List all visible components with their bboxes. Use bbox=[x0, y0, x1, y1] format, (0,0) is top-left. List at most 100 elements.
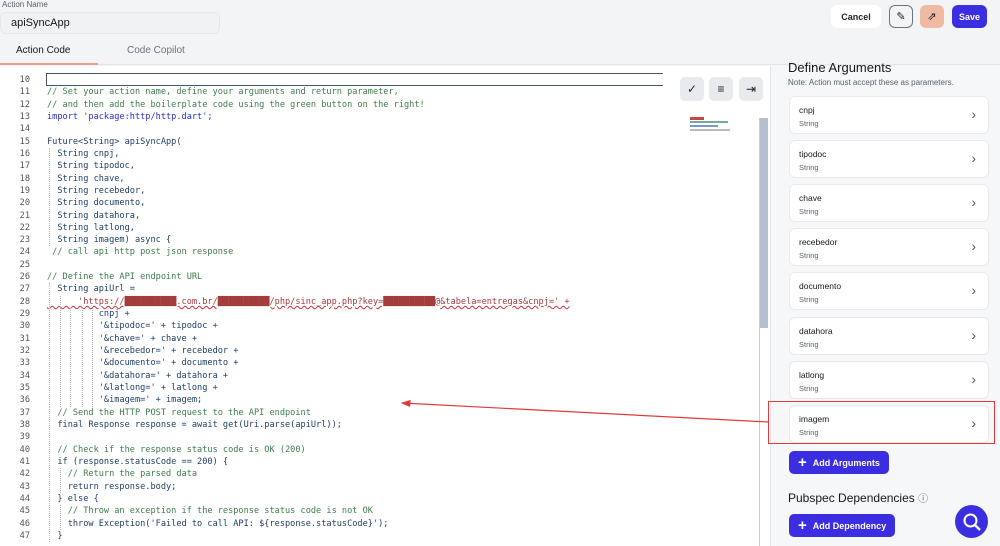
line-number: 34 bbox=[19, 370, 30, 381]
indent-guide bbox=[49, 406, 50, 543]
code-text: // Send the HTTP POST request to the API… bbox=[47, 407, 311, 418]
line-number: 26 bbox=[19, 272, 30, 283]
argument-card-tipodoc[interactable]: tipodoc String › bbox=[789, 140, 989, 179]
active-tab-indicator bbox=[0, 63, 98, 65]
code-text: String documento, bbox=[47, 198, 146, 209]
code-text: Future<String> apiSyncApp( bbox=[47, 136, 182, 147]
code-text: '&tipodoc=' + tipodoc + bbox=[47, 321, 218, 332]
argument-name: recebedor bbox=[799, 237, 838, 248]
argument-type: String bbox=[799, 339, 819, 349]
line-number: 17 bbox=[19, 161, 30, 172]
chevron-right-icon: › bbox=[971, 106, 976, 122]
arguments-note: Note: Action must accept these as parame… bbox=[788, 78, 954, 87]
argument-name: chave bbox=[799, 193, 822, 204]
tab-code-copilot[interactable]: Code Copilot bbox=[127, 45, 185, 56]
chevron-right-icon: › bbox=[971, 238, 976, 255]
arguments-panel: Define Arguments Note: Action must accep… bbox=[770, 60, 1000, 546]
code-text: String tipodoc, bbox=[47, 161, 135, 172]
indent-guide bbox=[60, 468, 61, 493]
indent-button[interactable]: ⇥ bbox=[739, 77, 763, 101]
argument-card-cnpj[interactable]: cnpj String › bbox=[789, 96, 989, 134]
format-code-button[interactable]: ≡ bbox=[709, 77, 733, 101]
add-arguments-label: Add Arguments bbox=[812, 457, 880, 468]
indent-guide bbox=[60, 295, 61, 407]
line-number: 10 bbox=[19, 75, 30, 85]
indent-guide bbox=[60, 505, 61, 530]
chevron-right-icon: › bbox=[971, 150, 976, 167]
info-icon[interactable]: ⓘ bbox=[918, 494, 928, 505]
header-bar: Action Name apiSyncApp Cancel ✎ ⇗ Save bbox=[0, 0, 1000, 38]
line-number: 16 bbox=[19, 148, 30, 159]
line-number: 36 bbox=[19, 395, 30, 406]
code-text: // Set your action name, define your arg… bbox=[47, 87, 399, 98]
code-text: // and then add the boilerplate code usi… bbox=[47, 99, 425, 110]
tab-action-code[interactable]: Action Code bbox=[16, 45, 70, 56]
line-number: 46 bbox=[19, 518, 30, 529]
editor-scrollbar[interactable] bbox=[760, 118, 768, 328]
highlight-annotation-box bbox=[768, 401, 995, 444]
argument-card-documento[interactable]: documento String › bbox=[789, 272, 989, 311]
search-fab-button[interactable] bbox=[955, 505, 988, 538]
line-number: 32 bbox=[19, 346, 30, 357]
line-number: 44 bbox=[19, 493, 30, 504]
code-text: 'https://██████████.com.br/██████████/ph… bbox=[47, 296, 570, 307]
code-text: '&documento=' + documento + bbox=[47, 358, 239, 369]
indent-icon: ⇥ bbox=[745, 82, 757, 96]
argument-type: String bbox=[799, 383, 819, 393]
add-arguments-button[interactable]: + Add Arguments bbox=[789, 451, 889, 474]
line-number: 29 bbox=[19, 309, 30, 320]
line-number: 35 bbox=[19, 383, 30, 393]
argument-name: documento bbox=[799, 281, 842, 292]
line-number: 33 bbox=[19, 358, 30, 369]
open-external-button[interactable]: ⇗ bbox=[920, 5, 944, 28]
check-button[interactable]: ✓ bbox=[680, 77, 704, 101]
argument-name: latlong bbox=[799, 369, 825, 380]
action-name-input[interactable]: apiSyncApp bbox=[0, 12, 220, 34]
code-text: '&datahora=' + datahora + bbox=[47, 370, 229, 381]
code-text: // Throw an exception if the response st… bbox=[47, 506, 373, 517]
argument-name: tipodoc bbox=[799, 149, 827, 160]
chevron-right-icon: › bbox=[971, 194, 976, 211]
code-text: String recebedor, bbox=[47, 185, 146, 196]
code-text: // Define the API endpoint URL bbox=[47, 272, 203, 283]
code-minimap[interactable] bbox=[688, 116, 738, 134]
pubspec-dependencies-title: Pubspec Dependencies ⓘ bbox=[788, 490, 928, 505]
save-button[interactable]: Save bbox=[952, 5, 987, 28]
align-center-icon: ≡ bbox=[717, 82, 725, 96]
code-text: String chave, bbox=[47, 173, 125, 184]
line-number: 21 bbox=[19, 210, 30, 221]
line-number: 22 bbox=[19, 222, 30, 233]
line-number: 11 bbox=[19, 87, 30, 98]
argument-type: String bbox=[799, 251, 819, 261]
line-number: 28 bbox=[19, 296, 30, 307]
argument-card-datahora[interactable]: datahora String › bbox=[789, 316, 989, 355]
format-button[interactable]: ✎ bbox=[889, 5, 913, 28]
line-number: 15 bbox=[19, 136, 30, 147]
chevron-right-icon: › bbox=[971, 282, 976, 299]
argument-card-latlong[interactable]: latlong String › bbox=[789, 360, 989, 399]
code-text: String cnpj, bbox=[47, 148, 120, 159]
line-number: 45 bbox=[19, 506, 30, 517]
search-icon bbox=[963, 513, 981, 531]
code-text: String imagem) async { bbox=[47, 235, 172, 246]
line-number: 47 bbox=[19, 530, 30, 541]
action-name-label: Action Name bbox=[2, 0, 48, 9]
define-arguments-title: Define Arguments bbox=[788, 60, 892, 75]
line-number: 40 bbox=[19, 444, 30, 455]
argument-card-chave[interactable]: chave String › bbox=[789, 184, 989, 223]
line-number: 12 bbox=[19, 99, 30, 110]
indent-guide bbox=[49, 283, 50, 407]
dependencies-title-text: Pubspec Dependencies bbox=[788, 491, 915, 505]
line-number: 23 bbox=[19, 235, 30, 246]
line-number: 18 bbox=[19, 173, 30, 184]
cancel-button[interactable]: Cancel bbox=[831, 5, 881, 28]
line-number: 30 bbox=[19, 321, 30, 332]
check-icon: ✓ bbox=[686, 82, 698, 96]
indent-guide bbox=[82, 308, 83, 407]
line-number: 27 bbox=[19, 284, 30, 295]
code-text: throw Exception('Failed to call API: ${r… bbox=[47, 518, 389, 529]
line-number: 39 bbox=[19, 432, 30, 443]
line-number: 24 bbox=[19, 247, 30, 258]
argument-card-recebedor[interactable]: recebedor String › bbox=[789, 228, 989, 267]
add-dependency-button[interactable]: + Add Dependency bbox=[789, 514, 896, 537]
